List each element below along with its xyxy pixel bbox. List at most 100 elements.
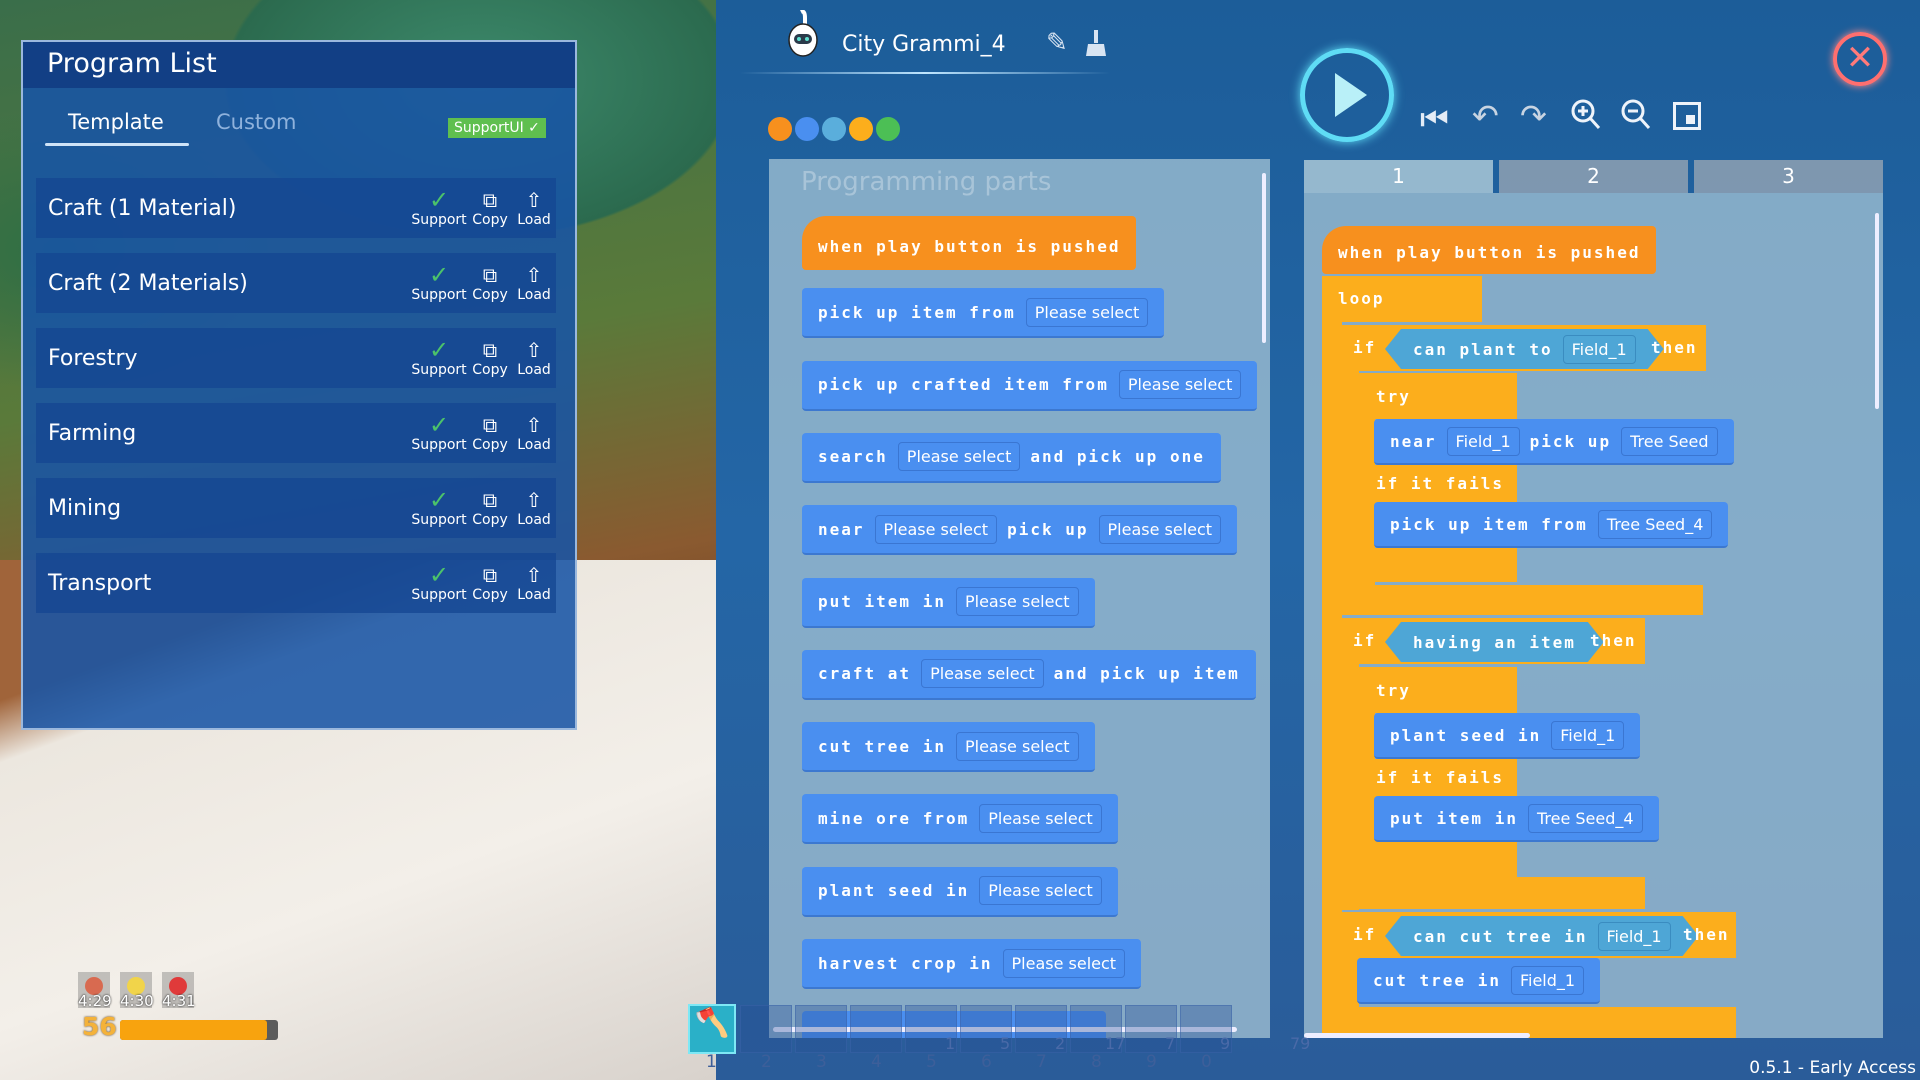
load-button[interactable]: ⇧ Load	[512, 188, 556, 228]
palette-block[interactable]: near Please select pick up Please select	[802, 505, 1238, 556]
program-list-item[interactable]: Craft (2 Materials) ✓ Support ⧉ Copy ⇧ Load	[36, 253, 556, 313]
copy-button[interactable]: ⧉ Copy	[468, 188, 512, 228]
load-button[interactable]: ⇧ Load	[512, 338, 556, 378]
undo-icon[interactable]: ↶	[1472, 97, 1499, 135]
load-icon: ⇧	[525, 488, 543, 512]
block-dropdown[interactable]: Please select	[1025, 297, 1149, 327]
block-dropdown[interactable]: Field_1	[1510, 965, 1585, 995]
condition-block[interactable]: can plant to Field_1	[1385, 329, 1664, 369]
play-button[interactable]	[1300, 48, 1394, 142]
block-dropdown[interactable]: Please select	[1002, 948, 1126, 978]
support-ui-toggle[interactable]: SupportUI ✓	[448, 118, 546, 138]
tab-custom[interactable]: Custom	[216, 110, 296, 134]
block-dropdown[interactable]: Please select	[1118, 370, 1242, 400]
palette-block[interactable]: search Please select and pick up one	[802, 432, 1221, 483]
block-dropdown[interactable]: Please select	[955, 587, 1079, 616]
copy-button[interactable]: ⧉ Copy	[468, 413, 512, 453]
programming-parts-panel[interactable]: Programming parts when play button is pu…	[769, 159, 1270, 1038]
block-dropdown[interactable]: Tree Seed_4	[1597, 509, 1713, 539]
code-h-scrollbar[interactable]	[1304, 1033, 1530, 1038]
condition-text: can plant to	[1413, 339, 1553, 359]
program-list-item[interactable]: Craft (1 Material) ✓ Support ⧉ Copy ⇧ Load	[36, 178, 556, 238]
fit-view-icon[interactable]	[1673, 102, 1701, 130]
palette-block[interactable]: mine ore from Please select	[802, 794, 1118, 845]
copy-button[interactable]: ⧉ Copy	[468, 563, 512, 603]
palette-block[interactable]: plant seed in Please select	[802, 866, 1118, 917]
color-filter-dot[interactable]	[876, 117, 900, 141]
palette-block[interactable]: pick up crafted item from Please select	[802, 360, 1258, 411]
program-list-item[interactable]: Forestry ✓ Support ⧉ Copy ⇧ Load	[36, 328, 556, 388]
palette-block[interactable]: put item in Please select	[802, 577, 1095, 628]
zoom-in-icon[interactable]	[1570, 98, 1602, 136]
color-filter-dot[interactable]	[822, 117, 846, 141]
code-hat-block[interactable]: when play button is pushed	[1322, 226, 1657, 274]
program-list-item[interactable]: Farming ✓ Support ⧉ Copy ⇧ Load	[36, 403, 556, 463]
load-button[interactable]: ⇧ Load	[512, 413, 556, 453]
support-button[interactable]: ✓ Support	[410, 488, 468, 528]
hotbar-slot[interactable]	[795, 1005, 847, 1053]
code-canvas[interactable]: loop if can plant to Field_1 then try if it fa…	[1304, 193, 1883, 1038]
block-dropdown[interactable]: Please select	[1098, 514, 1222, 544]
zoom-out-icon[interactable]	[1620, 98, 1652, 136]
pencil-icon[interactable]: ✎	[1046, 28, 1068, 58]
support-button[interactable]: ✓ Support	[410, 338, 468, 378]
redo-icon[interactable]: ↷	[1520, 97, 1547, 135]
support-button[interactable]: ✓ Support	[410, 263, 468, 303]
copy-button[interactable]: ⧉ Copy	[468, 488, 512, 528]
block-dropdown[interactable]: Please select	[921, 659, 1044, 689]
code-tab-2[interactable]: 2	[1499, 160, 1688, 193]
hotbar-slot-selected[interactable]: 🪓	[688, 1004, 736, 1054]
palette-block[interactable]: cut tree in Please select	[802, 722, 1095, 773]
load-button[interactable]: ⇧ Load	[512, 263, 556, 303]
palette-block[interactable]: pick up item from Please select	[802, 288, 1165, 339]
support-button[interactable]: ✓ Support	[410, 188, 468, 228]
copy-icon: ⧉	[482, 263, 498, 287]
code-action-block[interactable]: cut tree in Field_1	[1357, 958, 1601, 1004]
block-dropdown[interactable]: Tree Seed	[1621, 426, 1718, 456]
block-dropdown[interactable]: Please select	[979, 876, 1102, 906]
tab-template[interactable]: Template	[68, 110, 164, 134]
copy-button[interactable]: ⧉ Copy	[468, 263, 512, 303]
condition-dropdown[interactable]: Field_1	[1563, 335, 1636, 364]
code-action-block[interactable]: plant seed in Field_1	[1374, 713, 1641, 759]
code-action-block[interactable]: pick up item from Tree Seed_4	[1374, 502, 1729, 548]
load-icon: ⇧	[525, 263, 543, 287]
code-action-block[interactable]: near Field_1 pick up Tree Seed	[1374, 419, 1734, 465]
block-dropdown[interactable]: Please select	[955, 731, 1079, 761]
condition-block[interactable]: having an item	[1385, 622, 1604, 662]
program-list-item[interactable]: Mining ✓ Support ⧉ Copy ⇧ Load	[36, 478, 556, 538]
condition-block[interactable]: can cut tree in Field_1	[1385, 916, 1699, 956]
copy-label: Copy	[472, 212, 508, 228]
program-list-item[interactable]: Transport ✓ Support ⧉ Copy ⇧ Load	[36, 553, 556, 613]
code-scrollbar[interactable]	[1875, 213, 1879, 409]
palette-block[interactable]: harvest crop in Please select	[802, 939, 1142, 989]
load-button[interactable]: ⇧ Load	[512, 488, 556, 528]
hotbar-slot[interactable]	[740, 1005, 792, 1053]
hotbar-slot[interactable]	[850, 1005, 902, 1053]
rewind-icon[interactable]: ⏮	[1420, 100, 1449, 139]
palette-scrollbar[interactable]	[1262, 173, 1266, 343]
block-dropdown[interactable]: Field_1	[1446, 426, 1520, 456]
color-filter-dot[interactable]	[849, 117, 873, 141]
block-dropdown[interactable]: Please select	[979, 803, 1102, 833]
code-tab-3[interactable]: 3	[1694, 160, 1883, 193]
code-tab-1[interactable]: 1	[1304, 160, 1493, 193]
block-dropdown[interactable]: Field_1	[1551, 720, 1625, 750]
code-action-block[interactable]: put item in Tree Seed_4	[1374, 796, 1659, 842]
color-filter-dot[interactable]	[795, 117, 819, 141]
support-button[interactable]: ✓ Support	[410, 413, 468, 453]
block-text: put item in	[818, 592, 946, 611]
close-button[interactable]: ✕	[1833, 32, 1887, 86]
block-dropdown[interactable]: Please select	[874, 514, 998, 544]
palette-block[interactable]: craft at Please select and pick up item	[802, 649, 1256, 700]
support-button[interactable]: ✓ Support	[410, 563, 468, 603]
load-button[interactable]: ⇧ Load	[512, 563, 556, 603]
copy-button[interactable]: ⧉ Copy	[468, 338, 512, 378]
block-text: plant seed in	[818, 881, 970, 901]
condition-dropdown[interactable]: Field_1	[1598, 922, 1671, 951]
broom-icon[interactable]	[1085, 30, 1107, 58]
block-dropdown[interactable]: Tree Seed_4	[1527, 803, 1643, 833]
block-dropdown[interactable]: Please select	[897, 442, 1021, 472]
palette-hat-block[interactable]: when play button is pushed	[802, 216, 1137, 270]
color-filter-dot[interactable]	[768, 117, 792, 141]
